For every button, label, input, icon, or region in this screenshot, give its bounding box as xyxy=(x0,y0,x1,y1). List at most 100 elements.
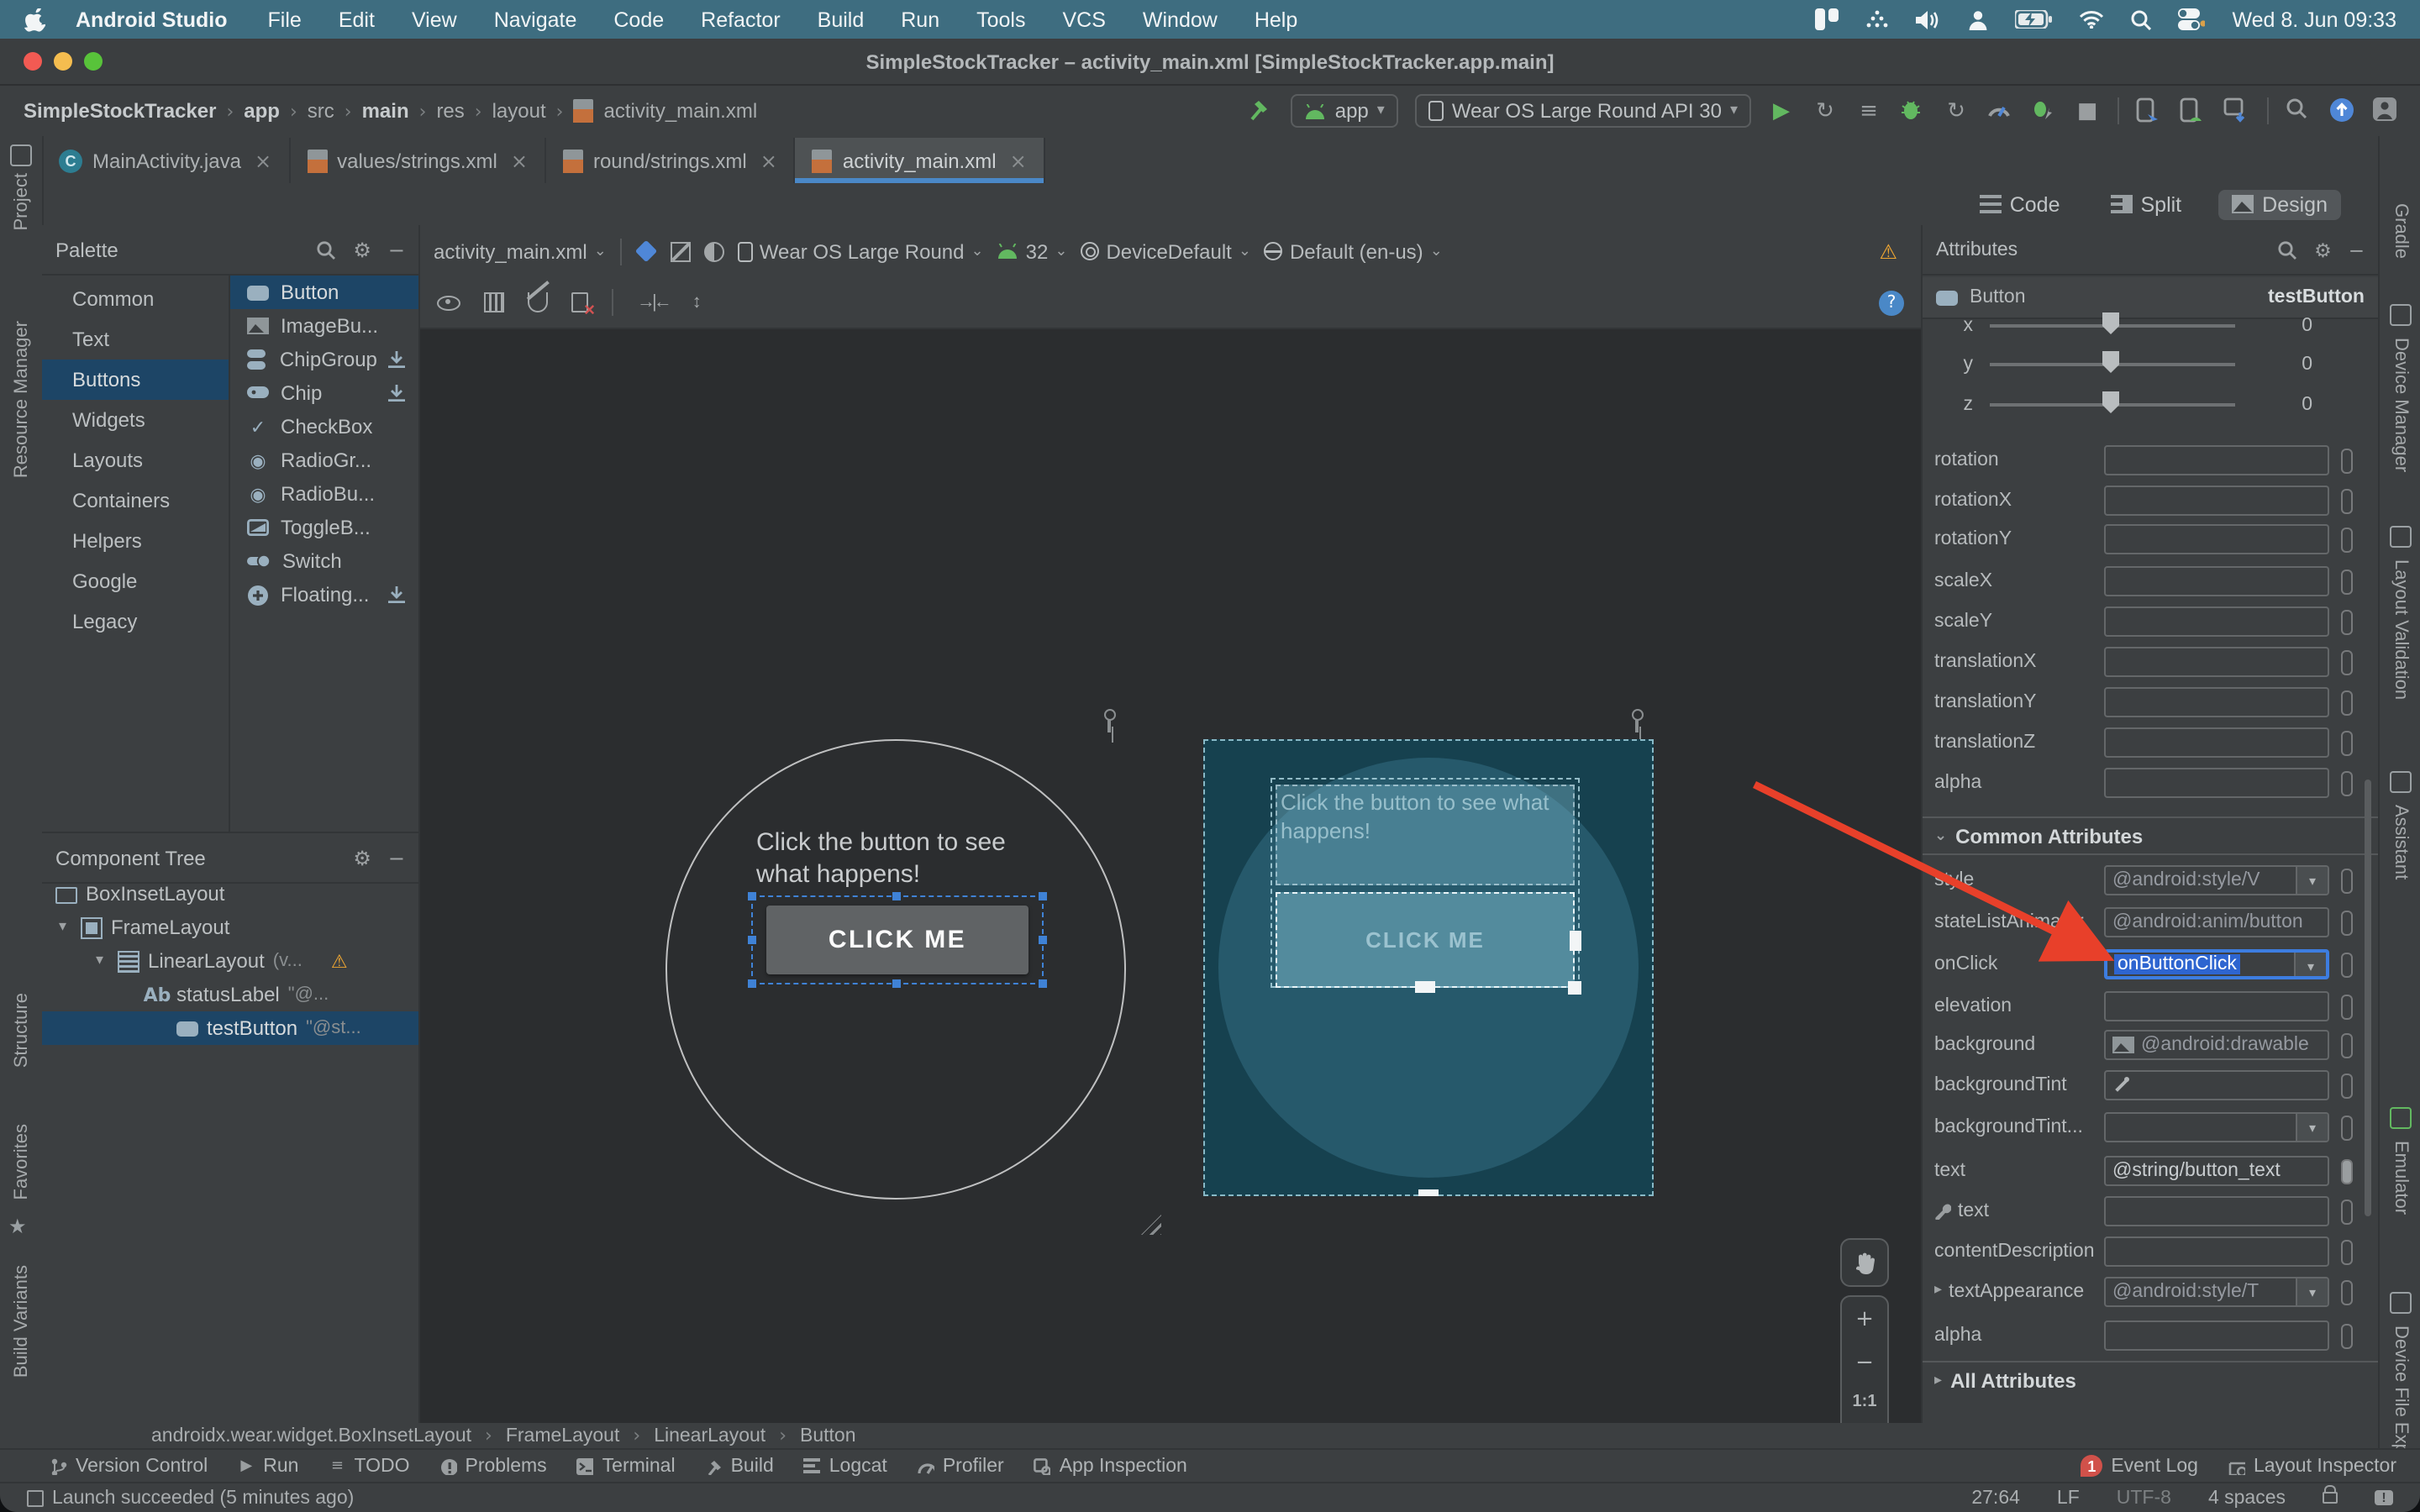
avatar-icon[interactable] xyxy=(2373,97,2400,124)
flag-toggle[interactable] xyxy=(2341,770,2353,795)
menu-view[interactable]: View xyxy=(412,8,457,31)
selection-handle[interactable] xyxy=(892,979,901,988)
rotation-input[interactable] xyxy=(2104,445,2329,475)
flag-toggle[interactable] xyxy=(2341,609,2353,634)
tab-activity-main[interactable]: activity_main.xml × xyxy=(795,138,1045,183)
category-buttons[interactable]: Buttons xyxy=(42,360,229,400)
dock-structure[interactable]: Structure xyxy=(11,993,31,1068)
selection-handle[interactable] xyxy=(1039,892,1047,900)
flag-toggle[interactable] xyxy=(2341,527,2353,552)
textappearance-input[interactable]: @android:style/T ▾ xyxy=(2104,1277,2329,1307)
category-helpers[interactable]: Helpers xyxy=(42,521,229,561)
category-containers[interactable]: Containers xyxy=(42,480,229,521)
style-input[interactable]: @android:style/V ▾ xyxy=(2104,865,2329,895)
status-label-preview[interactable]: Click the button to see what happens! xyxy=(756,827,1006,890)
align-vertical-icon[interactable]: ↕ xyxy=(692,292,702,312)
rotationx-input[interactable] xyxy=(2104,486,2329,516)
category-google[interactable]: Google xyxy=(42,561,229,601)
palette-item-radiobutton[interactable]: ◉ RadioBu... xyxy=(230,477,418,511)
breadcrumb-main[interactable]: main xyxy=(362,99,409,123)
palette-item-togglebutton[interactable]: ToggleB... xyxy=(230,511,418,544)
surface-resize-handle[interactable] xyxy=(1141,1215,1161,1235)
blueprint-button[interactable]: CLICK ME xyxy=(1276,892,1575,988)
chevron-down-icon[interactable]: ▾ xyxy=(96,953,109,969)
breadcrumb-app[interactable]: app xyxy=(244,99,280,123)
palette-item-radiogroup[interactable]: ◉ RadioGr... xyxy=(230,444,418,477)
flag-toggle[interactable] xyxy=(2341,649,2353,675)
breadcrumb-res[interactable]: res xyxy=(436,99,464,123)
menu-file[interactable]: File xyxy=(268,8,302,31)
tools-text-input[interactable] xyxy=(2104,1196,2329,1226)
api-level-select[interactable]: 32 ⌄ xyxy=(997,239,1067,263)
menu-clock[interactable]: Wed 8. Jun 09:33 xyxy=(2232,8,2396,31)
tree-node-linearlayout[interactable]: ▾ LinearLayout (v... ⚠ xyxy=(42,944,418,978)
scaley-input[interactable] xyxy=(2104,606,2329,637)
palette-item-chipgroup[interactable]: ChipGroup xyxy=(230,343,418,376)
category-layouts[interactable]: Layouts xyxy=(42,440,229,480)
tab-round-strings[interactable]: round/strings.xml × xyxy=(546,138,796,183)
battery-icon[interactable] xyxy=(2015,10,2053,29)
user-icon[interactable] xyxy=(1968,9,1988,29)
y-slider-thumb[interactable] xyxy=(2102,351,2119,373)
common-attributes-section[interactable]: ⌄ Common Attributes xyxy=(1923,816,2378,855)
spotlight-search-icon[interactable] xyxy=(2131,9,2152,29)
toolwin-profiler[interactable]: Profiler xyxy=(918,1456,1004,1476)
hide-icon[interactable]: − xyxy=(2349,238,2365,261)
autoconnect-off-icon[interactable] xyxy=(528,292,548,312)
crumb-linearlayout[interactable]: LinearLayout xyxy=(654,1425,765,1446)
breadcrumb-project[interactable]: SimpleStockTracker xyxy=(24,99,216,123)
flag-toggle[interactable] xyxy=(2341,569,2353,594)
selection-handle[interactable] xyxy=(748,935,756,943)
dock-layout-validation[interactable]: Layout Validation xyxy=(2391,559,2411,700)
dock-assistant[interactable]: Assistant xyxy=(2391,805,2411,879)
dock-emulator[interactable]: Emulator xyxy=(2391,1141,2411,1215)
theme-select[interactable]: DeviceDefault ⌄ xyxy=(1081,239,1251,263)
all-attributes-section[interactable]: ▸ All Attributes xyxy=(1923,1361,2378,1399)
gear-icon[interactable]: ⚙ xyxy=(2314,238,2332,261)
dock-gradle[interactable]: Gradle xyxy=(2391,203,2411,259)
statelistanimator-input[interactable]: @android:anim/button xyxy=(2104,907,2329,937)
selection-handle[interactable] xyxy=(892,892,901,900)
profiler-button[interactable] xyxy=(1986,97,2013,124)
zoom-actual-size-button[interactable]: 1:1 xyxy=(1842,1393,1887,1411)
notification-bubble-icon[interactable]: ! xyxy=(2375,1490,2393,1505)
translationz-input[interactable] xyxy=(2104,727,2329,758)
dock-build-variants[interactable]: Build Variants xyxy=(11,1265,31,1378)
flag-toggle[interactable] xyxy=(2341,1279,2353,1305)
selection-handle[interactable] xyxy=(748,979,756,988)
dropdown-arrow-icon[interactable]: ▾ xyxy=(2294,953,2326,976)
close-icon[interactable]: × xyxy=(1010,149,1027,172)
category-common[interactable]: Common xyxy=(42,279,229,319)
crumb-framelayout[interactable]: FrameLayout xyxy=(506,1425,620,1446)
menu-navigate[interactable]: Navigate xyxy=(494,8,577,31)
gear-icon[interactable]: ⚙ xyxy=(353,238,371,261)
dock-device-manager[interactable]: Device Manager xyxy=(2391,338,2411,472)
backgroundtintmode-input[interactable]: ▾ xyxy=(2104,1112,2329,1142)
keyboard-brightness-icon[interactable] xyxy=(1865,10,1889,29)
clear-constraints-icon[interactable] xyxy=(571,292,595,321)
run-list-icon[interactable]: ≡ xyxy=(1855,97,1882,124)
layout-warning-icon[interactable]: ⚠ xyxy=(1879,239,1897,263)
tree-node-testbutton[interactable]: testButton "@st... xyxy=(42,1011,418,1045)
flag-toggle[interactable] xyxy=(2341,952,2353,977)
palette-item-switch[interactable]: Switch xyxy=(230,544,418,578)
dock-project[interactable]: Project xyxy=(11,173,31,231)
build-hammer-icon[interactable] xyxy=(1248,97,1275,124)
flag-toggle[interactable] xyxy=(2341,1199,2353,1224)
close-icon[interactable]: × xyxy=(255,149,271,172)
design-canvas[interactable]: Click the button to see what happens! CLI… xyxy=(420,329,1921,1423)
toolwin-build[interactable]: Build xyxy=(706,1456,774,1476)
dropdown-arrow-icon[interactable]: ▾ xyxy=(2296,867,2328,894)
selection-handle[interactable] xyxy=(748,892,756,900)
indent-setting[interactable]: 4 spaces xyxy=(2208,1488,2286,1508)
alpha-common-input[interactable] xyxy=(2104,1320,2329,1351)
gear-icon[interactable]: ⚙ xyxy=(353,846,371,869)
rotationy-input[interactable] xyxy=(2104,524,2329,554)
breadcrumb-layout[interactable]: layout xyxy=(492,99,546,123)
menu-code[interactable]: Code xyxy=(613,8,664,31)
stop-button[interactable]: ■ xyxy=(2074,97,2101,124)
x-slider-thumb[interactable] xyxy=(2102,312,2119,334)
chevron-down-icon[interactable]: ▾ xyxy=(59,919,72,936)
menu-tools[interactable]: Tools xyxy=(976,8,1025,31)
view-mode-code[interactable]: Code xyxy=(1966,189,2074,219)
